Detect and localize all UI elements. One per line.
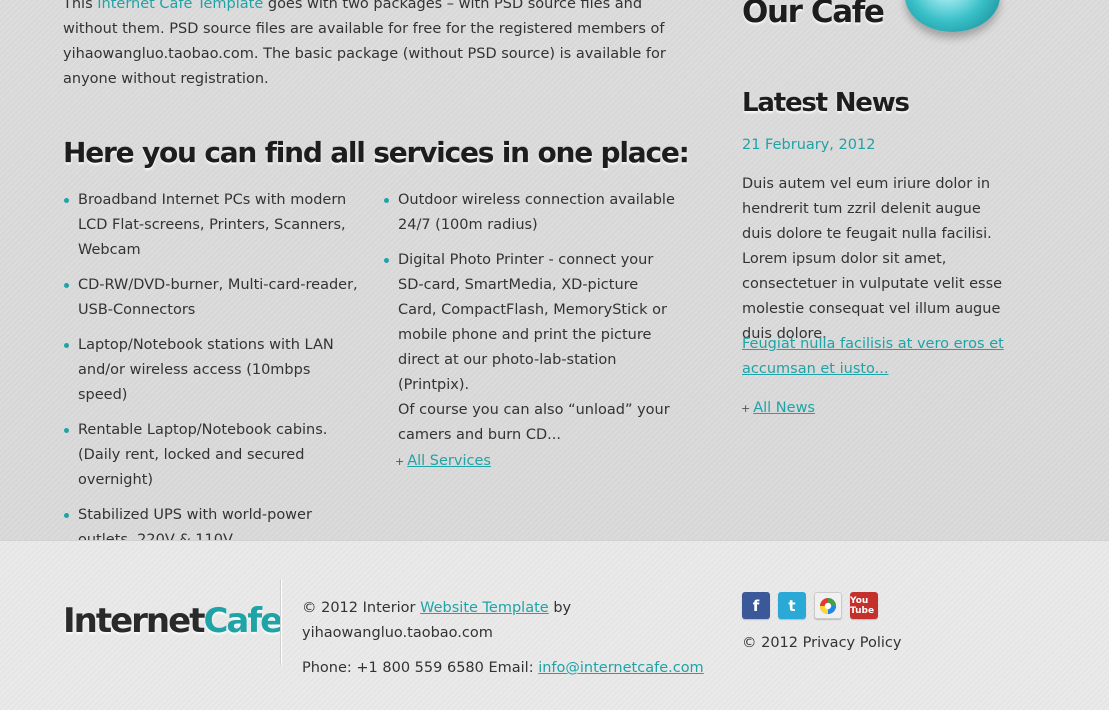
services-list-right: Outdoor wireless connection available 24…	[383, 188, 678, 458]
list-item-text: Digital Photo Printer - connect your SD-…	[398, 252, 667, 393]
footer-logo[interactable]: InternetCafe	[63, 601, 283, 641]
our-cafe-heading: Our Cafe	[742, 0, 885, 30]
intro-text: goes with two packages – with PSD source…	[63, 0, 666, 87]
plus-icon: +	[395, 455, 405, 468]
services-list-left: Broadband Internet PCs with modern LCD F…	[63, 188, 363, 563]
plus-icon: +	[741, 402, 751, 415]
picasa-glyph	[820, 597, 836, 614]
news-date: 21 February, 2012	[742, 137, 876, 153]
footer: InternetCafe © 2012 Interior Website Tem…	[0, 540, 1109, 710]
footer-contact: Phone: +1 800 559 6580 Email: info@inter…	[302, 656, 704, 681]
logo-internet: Internet	[63, 601, 205, 641]
copyright-prefix: © 2012 Interior	[302, 600, 416, 616]
social-icons: f t You Tube	[742, 592, 878, 619]
list-item: CD-RW/DVD-burner, Multi-card-reader, USB…	[63, 273, 363, 323]
twitter-icon[interactable]: t	[778, 592, 806, 619]
list-item: Laptop/Notebook stations with LAN and/or…	[63, 333, 363, 408]
latest-news-heading: Latest News	[742, 88, 910, 118]
privacy-policy[interactable]: © 2012 Privacy Policy	[742, 631, 901, 656]
footer-divider	[280, 579, 281, 665]
youtube-icon[interactable]: You Tube	[850, 592, 878, 619]
footer-copyright: © 2012 Interior Website Template by yiha…	[302, 596, 582, 646]
email-link[interactable]: info@internetcafe.com	[538, 660, 703, 676]
intro-prefix: This	[63, 0, 93, 12]
facebook-icon[interactable]: f	[742, 592, 770, 619]
news-body: Duis autem vel eum iriure dolor in hendr…	[742, 176, 1003, 342]
all-news-link[interactable]: All News	[753, 400, 815, 416]
list-item: Digital Photo Printer - connect your SD-…	[383, 248, 678, 448]
globe-icon	[905, 0, 1000, 32]
list-item-extra: Of course you can also “unload” your cam…	[398, 402, 670, 443]
template-name-link[interactable]: Internet Cafe Template	[97, 0, 263, 12]
all-services-link-wrap: + All Services	[395, 453, 491, 469]
list-item: Outdoor wireless connection available 24…	[383, 188, 678, 238]
all-services-link[interactable]: All Services	[407, 453, 491, 469]
list-item: Broadband Internet PCs with modern LCD F…	[63, 188, 363, 263]
contact-text: Phone: +1 800 559 6580 Email:	[302, 660, 534, 676]
picasa-icon[interactable]	[814, 592, 842, 619]
all-news-link-wrap: + All News	[741, 400, 815, 416]
services-heading: Here you can find all services in one pl…	[63, 136, 690, 169]
intro-paragraph: This Internet Cafe Template goes with tw…	[63, 0, 683, 92]
list-item: Rentable Laptop/Notebook cabins. (Daily …	[63, 418, 363, 493]
website-template-link[interactable]: Website Template	[420, 600, 549, 616]
news-read-more-link[interactable]: Feugiat nulla facilisis at vero eros et …	[742, 336, 1004, 377]
news-link-wrap: Feugiat nulla facilisis at vero eros et …	[742, 332, 1007, 382]
logo-cafe: Cafe	[203, 601, 283, 641]
